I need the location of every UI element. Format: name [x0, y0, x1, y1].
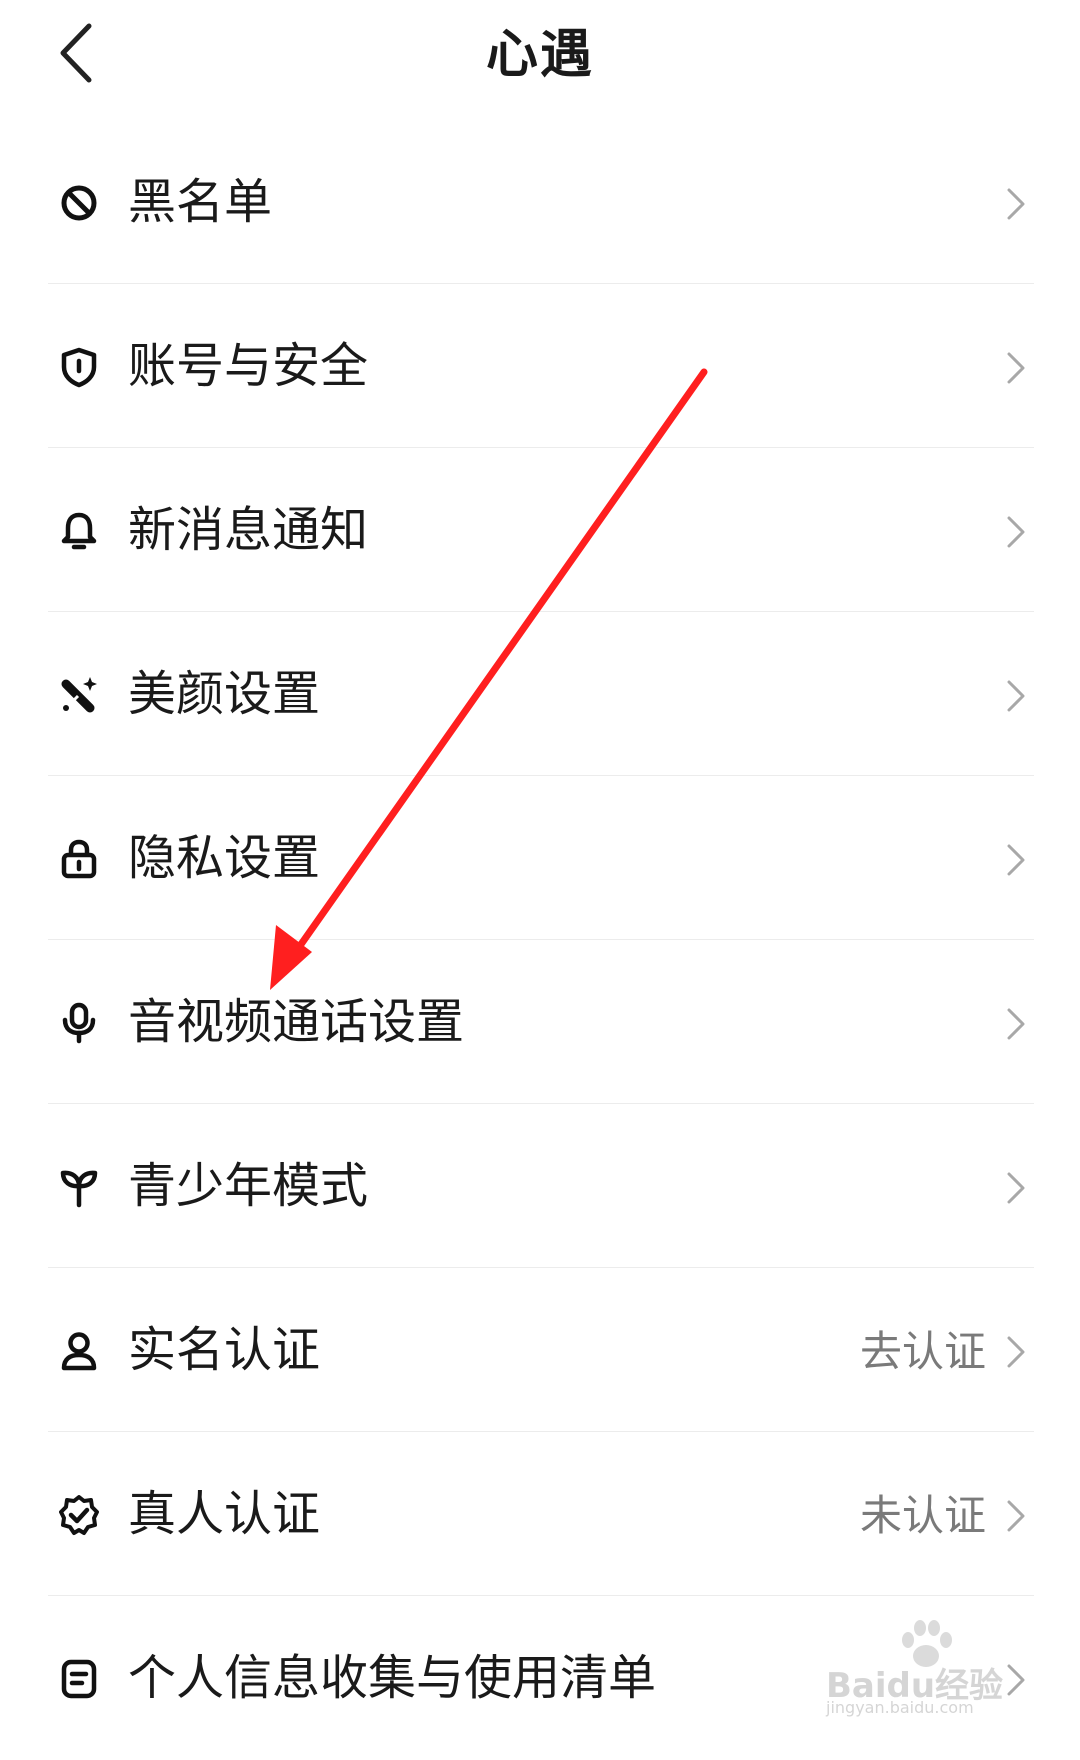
menu-item-beauty-settings[interactable]: 美颜设置: [48, 612, 1034, 776]
header: 心遇: [0, 0, 1080, 110]
menu-item-label: 实名认证: [128, 1322, 321, 1378]
chevron-right-icon: [1004, 350, 1028, 386]
microphone-icon: [58, 1002, 100, 1044]
menu-item-label: 美颜设置: [128, 666, 321, 722]
menu-item-label: 账号与安全: [128, 338, 369, 394]
block-icon: [58, 182, 100, 224]
chevron-right-icon: [1004, 514, 1028, 550]
lock-icon: [58, 838, 100, 880]
menu-item-label: 个人信息收集与使用清单: [128, 1650, 657, 1706]
menu-item-av-call-settings[interactable]: 音视频通话设置: [48, 940, 1034, 1104]
menu-item-real-person-verification[interactable]: 真人认证 未认证: [48, 1432, 1034, 1596]
menu-item-blacklist[interactable]: 黑名单: [48, 120, 1034, 284]
menu-item-label: 新消息通知: [128, 502, 369, 558]
menu-item-label: 黑名单: [128, 174, 273, 230]
bell-icon: [58, 510, 100, 552]
chevron-right-icon: [1004, 1498, 1028, 1534]
menu-item-label: 隐私设置: [128, 830, 321, 886]
sprout-icon: [58, 1166, 100, 1208]
watermark: Baidu经验 jingyan.baidu.com: [826, 1618, 1066, 1718]
chevron-right-icon: [1004, 1006, 1028, 1042]
menu-item-label: 音视频通话设置: [128, 994, 465, 1050]
settings-list: 黑名单 账号与安全 新消息通知 美颜设置 隐私设置 音视频通话设置 青少年模式 …: [48, 120, 1034, 1760]
watermark-url: jingyan.baidu.com: [826, 1698, 974, 1717]
chevron-right-icon: [1004, 186, 1028, 222]
menu-item-privacy-settings[interactable]: 隐私设置: [48, 776, 1034, 940]
shield-icon: [58, 346, 100, 388]
menu-item-teen-mode[interactable]: 青少年模式: [48, 1104, 1034, 1268]
menu-item-label: 真人认证: [128, 1486, 321, 1542]
page-title: 心遇: [485, 25, 594, 85]
person-icon: [58, 1330, 100, 1372]
document-icon: [58, 1658, 100, 1700]
chevron-right-icon: [1004, 1170, 1028, 1206]
chevron-right-icon: [1004, 842, 1028, 878]
menu-item-status: 去认证: [859, 1327, 986, 1376]
beauty-wand-icon: [58, 674, 100, 716]
verified-badge-icon: [58, 1494, 100, 1536]
menu-item-label: 青少年模式: [128, 1158, 369, 1214]
menu-item-real-name-verification[interactable]: 实名认证 去认证: [48, 1268, 1034, 1432]
menu-item-account-security[interactable]: 账号与安全: [48, 284, 1034, 448]
menu-item-notifications[interactable]: 新消息通知: [48, 448, 1034, 612]
chevron-right-icon: [1004, 1334, 1028, 1370]
chevron-right-icon: [1004, 678, 1028, 714]
menu-item-status: 未认证: [859, 1491, 986, 1540]
